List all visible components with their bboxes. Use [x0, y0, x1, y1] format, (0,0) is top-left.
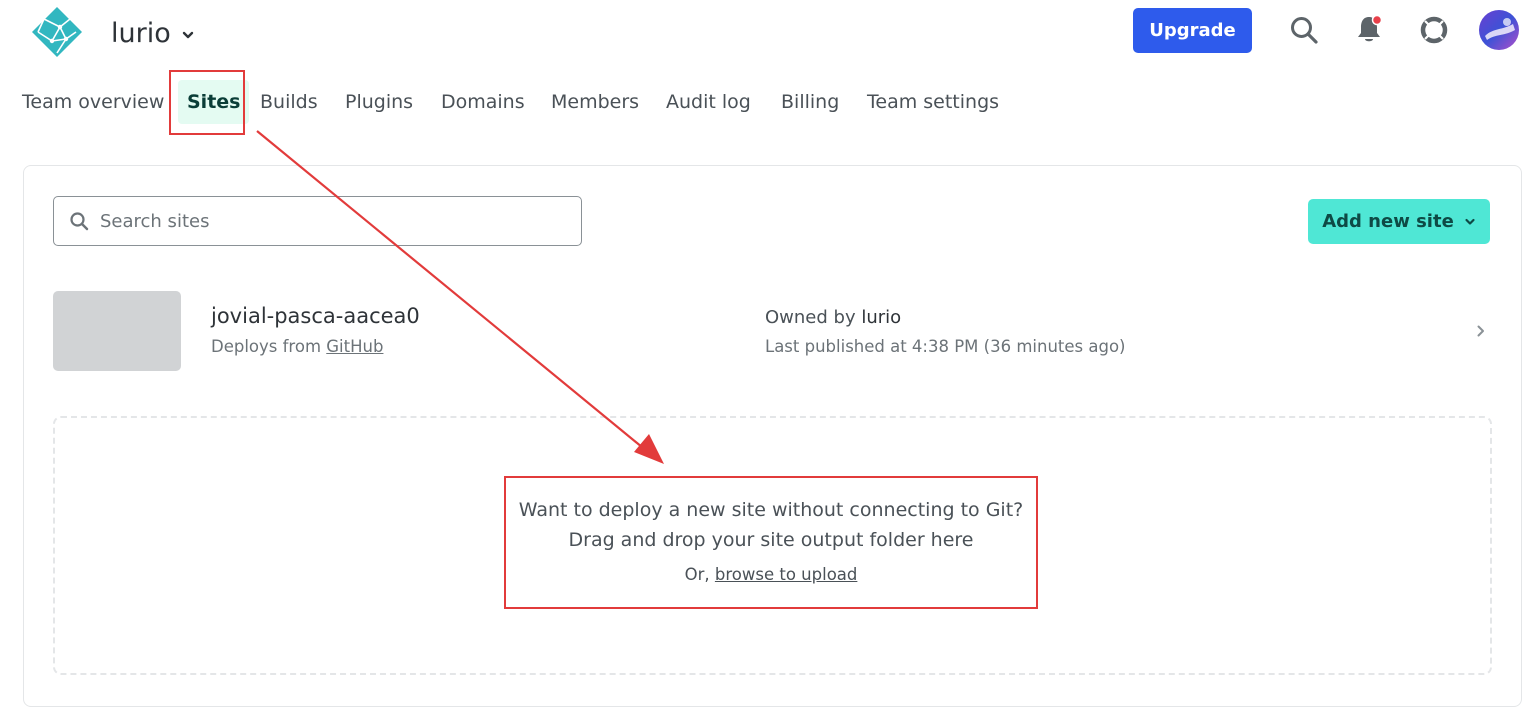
chevron-down-icon	[1465, 218, 1475, 225]
drop-zone-browse: Or, browse to upload	[684, 565, 858, 584]
tab-sites[interactable]: Sites	[178, 80, 250, 124]
tab-billing[interactable]: Billing	[781, 80, 839, 124]
search-sites-field[interactable]	[53, 196, 582, 246]
add-new-site-button[interactable]: Add new site	[1308, 199, 1490, 244]
avatar[interactable]	[1479, 10, 1519, 50]
team-nav-tabs: Team overview Sites Builds Plugins Domai…	[0, 80, 1532, 124]
team-name: lurio	[111, 17, 171, 49]
site-owner: Owned by lurio	[765, 307, 902, 328]
drop-zone-message: Want to deploy a new site without connec…	[507, 495, 1035, 584]
team-switcher[interactable]: lurio	[111, 13, 195, 53]
site-thumbnail	[53, 291, 181, 371]
tab-builds[interactable]: Builds	[260, 80, 318, 124]
tab-plugins[interactable]: Plugins	[345, 80, 413, 124]
search-icon[interactable]	[1286, 12, 1322, 48]
drop-zone-heading: Want to deploy a new site without connec…	[518, 499, 1024, 521]
site-name: jovial-pasca-aacea0	[211, 304, 420, 328]
drop-zone-instruction: Drag and drop your site output folder he…	[568, 529, 974, 551]
tab-domains[interactable]: Domains	[441, 80, 525, 124]
site-list-item[interactable]: jovial-pasca-aacea0 Deploys from GitHub …	[53, 290, 1490, 372]
owner-name: lurio	[861, 307, 902, 328]
site-deploy-source: Deploys from GitHub	[211, 337, 384, 356]
site-last-published: Last published at 4:38 PM (36 minutes ag…	[765, 337, 1126, 356]
bell-icon[interactable]	[1351, 12, 1387, 48]
browse-to-upload-link[interactable]: browse to upload	[715, 565, 857, 584]
top-header: lurio Upgrade	[0, 0, 1532, 66]
github-link[interactable]: GitHub	[326, 337, 383, 356]
tab-audit-log[interactable]: Audit log	[666, 80, 751, 124]
netlify-logo-icon[interactable]	[30, 5, 84, 59]
tab-team-overview[interactable]: Team overview	[22, 80, 164, 124]
notification-dot	[1371, 14, 1383, 26]
tab-members[interactable]: Members	[551, 80, 639, 124]
chevron-down-icon	[182, 31, 193, 39]
tab-team-settings[interactable]: Team settings	[867, 80, 999, 124]
lifebuoy-icon[interactable]	[1416, 12, 1452, 48]
search-sites-input[interactable]	[98, 209, 572, 233]
chevron-right-icon	[1477, 325, 1484, 337]
upgrade-button[interactable]: Upgrade	[1133, 8, 1252, 53]
search-icon	[70, 212, 89, 231]
add-new-site-label: Add new site	[1322, 211, 1454, 232]
